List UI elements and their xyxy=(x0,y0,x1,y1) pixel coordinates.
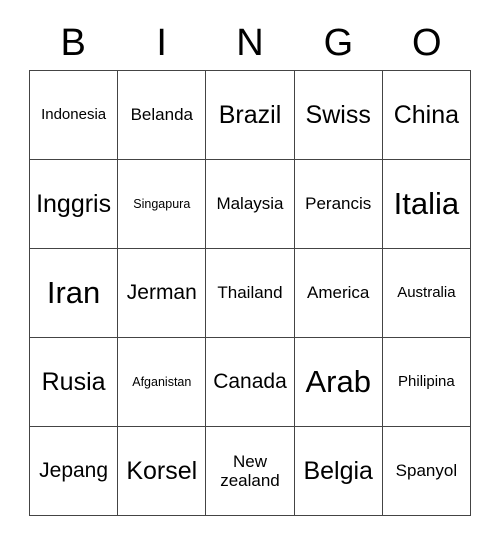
bingo-cell[interactable]: Jerman xyxy=(118,249,207,338)
bingo-cell[interactable]: Indonesia xyxy=(30,71,119,160)
bingo-header: B I N G O xyxy=(29,16,471,70)
bingo-cell[interactable]: China xyxy=(382,71,471,160)
bingo-header-letter-b: B xyxy=(60,22,86,64)
bingo-cell[interactable]: Perancis xyxy=(294,160,383,249)
bingo-cell[interactable]: Singapura xyxy=(118,160,207,249)
bingo-header-letter-g: G xyxy=(323,22,354,64)
bingo-grid: Indonesia Belanda Brazil Swiss China Ing… xyxy=(29,70,471,516)
bingo-cell[interactable]: New zealand xyxy=(206,427,295,516)
bingo-cell[interactable]: Inggris xyxy=(30,160,119,249)
bingo-cell[interactable]: Brazil xyxy=(206,71,295,160)
bingo-cell[interactable]: Belanda xyxy=(118,71,207,160)
bingo-cell[interactable]: America xyxy=(294,249,383,338)
bingo-cell[interactable]: Malaysia xyxy=(206,160,295,249)
bingo-header-letter-i: I xyxy=(156,22,167,64)
bingo-cell[interactable]: Afganistan xyxy=(118,338,207,427)
bingo-cell[interactable]: Australia xyxy=(382,249,471,338)
bingo-cell[interactable]: Thailand xyxy=(206,249,295,338)
bingo-cell[interactable]: Canada xyxy=(206,338,295,427)
bingo-header-letter-n: N xyxy=(236,22,264,64)
bingo-cell[interactable]: Jepang xyxy=(30,427,119,516)
bingo-cell[interactable]: Swiss xyxy=(294,71,383,160)
bingo-cell[interactable]: Rusia xyxy=(30,338,119,427)
bingo-cell[interactable]: Belgia xyxy=(294,427,383,516)
bingo-cell[interactable]: Korsel xyxy=(118,427,207,516)
bingo-cell[interactable]: Philipina xyxy=(382,338,471,427)
bingo-cell[interactable]: Spanyol xyxy=(382,427,471,516)
bingo-header-letter-o: O xyxy=(412,22,442,64)
bingo-cell[interactable]: Italia xyxy=(382,160,471,249)
bingo-card: B I N G O Indonesia Belanda Brazil Swiss… xyxy=(29,16,471,516)
bingo-cell[interactable]: Iran xyxy=(30,249,119,338)
bingo-cell[interactable]: Arab xyxy=(294,338,383,427)
